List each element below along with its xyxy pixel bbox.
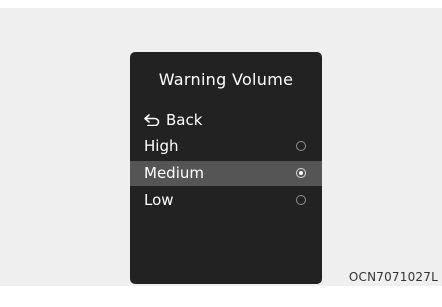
back-label-wrap: Back — [144, 108, 202, 133]
figure-code: OCN7071027L — [348, 270, 438, 284]
option-label: Low — [144, 191, 174, 209]
back-label: Back — [166, 111, 203, 129]
cluster-display-screen: Warning Volume Back High Medium Low — [130, 52, 322, 284]
radio-button-selected-icon[interactable] — [296, 168, 306, 178]
back-menu-item[interactable]: Back — [130, 108, 322, 133]
option-medium[interactable]: Medium — [130, 161, 322, 186]
option-label: Medium — [144, 164, 204, 182]
radio-button-icon[interactable] — [296, 195, 306, 205]
back-arrow-icon — [144, 114, 160, 126]
radio-button-icon[interactable] — [296, 141, 306, 151]
option-label: High — [144, 137, 179, 155]
figure-background: Warning Volume Back High Medium Low OCN7… — [0, 8, 442, 286]
screen-title: Warning Volume — [158, 70, 294, 89]
option-low[interactable]: Low — [130, 188, 322, 213]
option-high[interactable]: High — [130, 134, 322, 159]
